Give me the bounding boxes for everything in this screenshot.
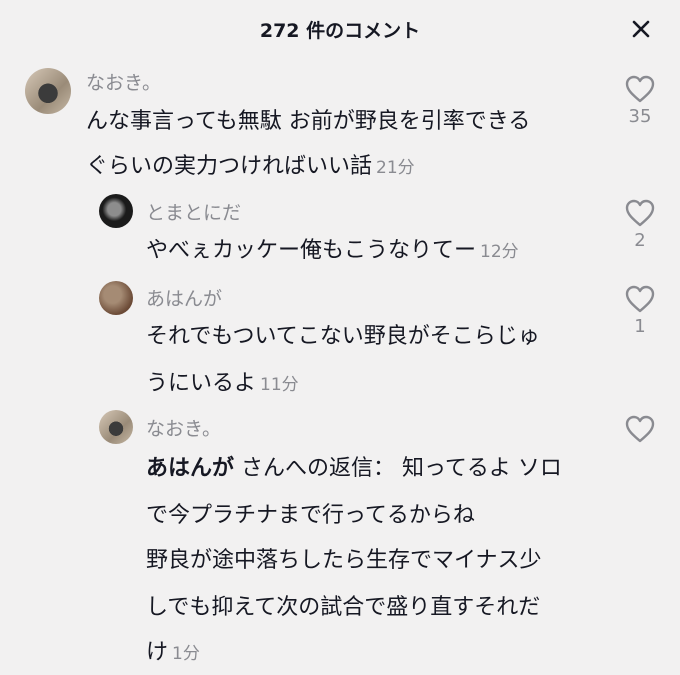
- heart-icon: [625, 75, 655, 103]
- like-count: 2: [634, 230, 646, 251]
- heart-icon: [625, 199, 655, 227]
- comment-text-line: 野良が途中落ちしたら生存でマイナス少: [146, 548, 542, 573]
- like-count: 35: [628, 106, 652, 127]
- avatar[interactable]: [99, 410, 133, 444]
- comment-text-line: ぐらいの実力つければいい話 21分: [86, 154, 415, 179]
- comment-username[interactable]: あはんが: [146, 284, 222, 311]
- comment-text-line: それでもついてこない野良がそこらじゅ: [146, 324, 540, 349]
- comment-username[interactable]: とまとにだ: [146, 198, 241, 225]
- comment-username[interactable]: なおき。: [146, 414, 221, 441]
- heart-icon: [625, 285, 655, 313]
- like-button[interactable]: [620, 414, 660, 444]
- comment-timestamp: 11分: [260, 375, 299, 395]
- like-count: 1: [634, 316, 646, 337]
- comment-timestamp: 1分: [172, 644, 200, 664]
- reply-to-username[interactable]: あはんが: [146, 456, 234, 481]
- comment-count-title: 272 件のコメント: [259, 20, 421, 42]
- close-button[interactable]: [626, 14, 656, 44]
- comment-timestamp: 21分: [376, 158, 415, 178]
- comment-text-line: け 1分: [146, 640, 200, 665]
- comment-text-line: あはんが さんへの返信： 知ってるよ ソロ: [146, 456, 562, 481]
- like-button[interactable]: 1: [620, 284, 660, 337]
- comment-username[interactable]: なおき。: [86, 68, 161, 95]
- comment-text-line: しでも抑えて次の試合で盛り直すそれだ: [146, 595, 541, 620]
- avatar[interactable]: [99, 281, 133, 315]
- comments-header: 272 件のコメント: [0, 0, 680, 58]
- heart-icon: [625, 415, 655, 443]
- comment-text-line: で今プラチナまで行ってるからね: [146, 503, 475, 528]
- comment-text-line: やべぇカッケー俺もこうなりてー 12分: [146, 238, 519, 263]
- close-icon: [632, 20, 650, 38]
- comment-text-line: うにいるよ 11分: [146, 371, 299, 396]
- avatar[interactable]: [99, 194, 133, 228]
- comment-timestamp: 12分: [480, 242, 519, 262]
- comment-text-line: んな事言っても無駄 お前が野良を引率できる: [86, 109, 531, 134]
- avatar[interactable]: [25, 68, 71, 114]
- like-button[interactable]: 2: [620, 198, 660, 251]
- like-button[interactable]: 35: [620, 74, 660, 127]
